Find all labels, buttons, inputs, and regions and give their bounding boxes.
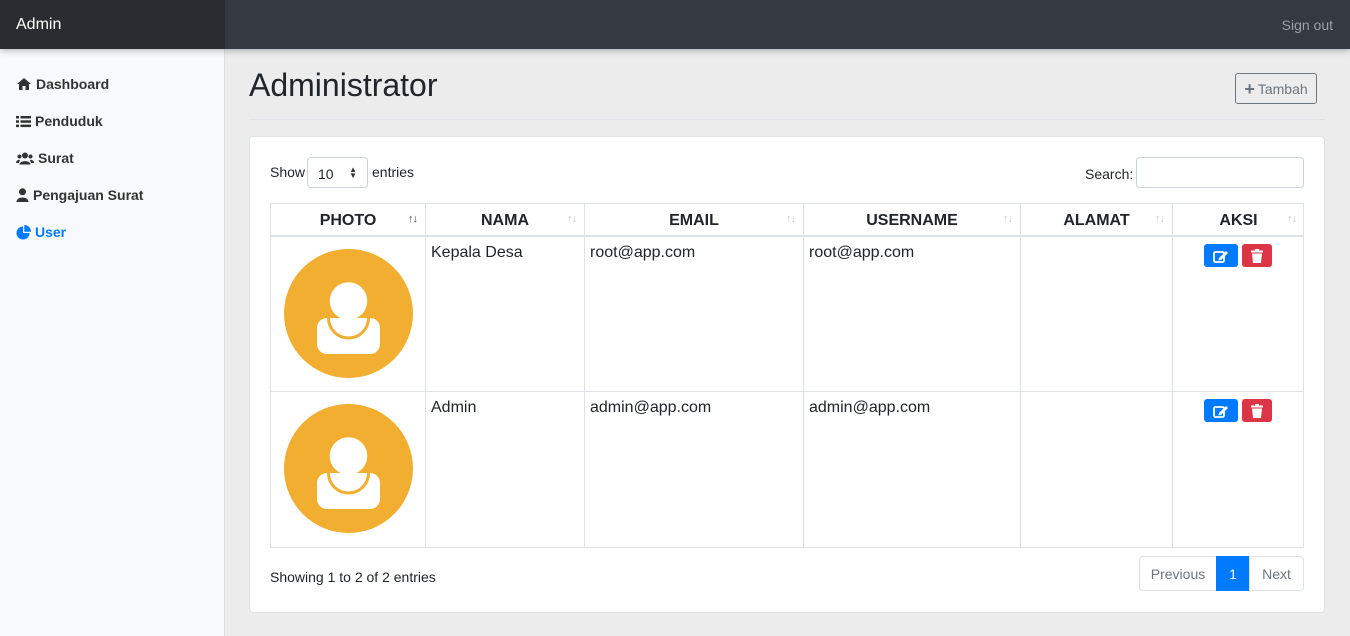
divider <box>249 119 1325 120</box>
page-title: Administrator <box>249 67 438 103</box>
photo-cell <box>271 237 426 392</box>
column-header-nama[interactable]: NAMA ↑↓ <box>426 204 585 237</box>
select-arrows-icon: ▲ ▼ <box>349 165 357 180</box>
column-header-label: PHOTO <box>319 212 377 229</box>
entries-select-value: 10 <box>318 166 334 182</box>
pagination-next[interactable]: Next <box>1249 556 1304 591</box>
sort-icon: ↑↓ <box>1003 213 1013 225</box>
sort-icon: ↑↓ <box>1287 213 1297 225</box>
sort-icon: ↑↓ <box>408 213 418 225</box>
edit-button[interactable] <box>1204 399 1238 422</box>
data-table: PHOTO ↑↓ NAMA ↑↓ EMAIL ↑↓ USERNAME ↑↓ AL… <box>270 203 1304 548</box>
avatar <box>284 404 413 533</box>
column-header-label: NAMA <box>481 212 529 229</box>
length-label: Show <box>270 164 306 180</box>
sidebar-item-pengajuan-surat[interactable]: Pengajuan Surat <box>16 184 143 206</box>
delete-button[interactable] <box>1242 399 1272 422</box>
edit-button[interactable] <box>1204 244 1238 267</box>
cell-aksi <box>1173 237 1304 392</box>
brand-logo[interactable]: Admin <box>0 0 225 49</box>
sidebar-item-label: Penduduk <box>35 113 103 129</box>
users-icon <box>16 152 34 164</box>
table-info: Showing 1 to 2 of 2 entries <box>270 569 436 585</box>
column-header-label: USERNAME <box>866 212 958 229</box>
cell-alamat <box>1021 392 1173 547</box>
cell-aksi <box>1173 392 1304 547</box>
cell-email: root@app.com <box>585 237 804 392</box>
cell-alamat <box>1021 237 1173 392</box>
column-header-username[interactable]: USERNAME ↑↓ <box>804 204 1021 237</box>
photo-cell <box>271 392 426 547</box>
cell-email: admin@app.com <box>585 392 804 547</box>
column-header-label: ALAMAT <box>1063 212 1130 229</box>
chart-pie-icon <box>16 224 31 239</box>
sidebar-item-label: Surat <box>38 150 74 166</box>
user-icon <box>16 188 29 202</box>
add-button[interactable]: + Tambah <box>1235 73 1317 104</box>
sidebar-item-user[interactable]: User <box>16 221 66 243</box>
entries-select[interactable]: 10 ▲ ▼ <box>307 157 368 188</box>
sidebar: Dashboard Penduduk Surat Pengajuan Surat… <box>0 49 225 636</box>
delete-button[interactable] <box>1242 244 1272 267</box>
column-header-photo[interactable]: PHOTO ↑↓ <box>271 204 426 237</box>
sidebar-item-label: Dashboard <box>36 76 110 92</box>
cell-username: admin@app.com <box>804 392 1021 547</box>
sidebar-item-label: Pengajuan Surat <box>33 187 144 203</box>
sign-out-link[interactable]: Sign out <box>1282 17 1333 33</box>
pagination-page-1[interactable]: 1 <box>1216 556 1250 591</box>
column-header-aksi[interactable]: AKSI ↑↓ <box>1173 204 1304 237</box>
top-navbar: Admin Sign out <box>0 0 1350 49</box>
length-suffix: entries <box>372 164 415 180</box>
cell-nama: Kepala Desa <box>426 237 585 392</box>
home-icon <box>17 78 31 90</box>
sidebar-item-surat[interactable]: Surat <box>16 147 74 169</box>
trash-icon <box>1251 248 1263 263</box>
search-input[interactable] <box>1136 157 1304 188</box>
sort-icon: ↑↓ <box>1155 213 1165 225</box>
list-icon <box>16 115 31 127</box>
avatar <box>284 249 413 378</box>
edit-icon <box>1213 250 1228 263</box>
sort-icon: ↑↓ <box>786 213 796 225</box>
column-header-email[interactable]: EMAIL ↑↓ <box>585 204 804 237</box>
sidebar-item-dashboard[interactable]: Dashboard <box>16 73 109 95</box>
column-header-alamat[interactable]: ALAMAT ↑↓ <box>1021 204 1173 237</box>
plus-icon: + <box>1244 78 1255 99</box>
column-header-label: AKSI <box>1219 212 1258 229</box>
sort-icon: ↑↓ <box>567 213 577 225</box>
sidebar-item-label: User <box>35 224 67 240</box>
add-button-label: Tambah <box>1257 80 1308 97</box>
edit-icon <box>1213 405 1228 418</box>
cell-username: root@app.com <box>804 237 1021 392</box>
pagination-previous[interactable]: Previous <box>1139 556 1217 591</box>
trash-icon <box>1251 403 1263 418</box>
column-header-label: EMAIL <box>669 212 719 229</box>
cell-nama: Admin <box>426 392 585 547</box>
search-label: Search: <box>1085 166 1134 182</box>
sidebar-item-penduduk[interactable]: Penduduk <box>16 110 103 132</box>
